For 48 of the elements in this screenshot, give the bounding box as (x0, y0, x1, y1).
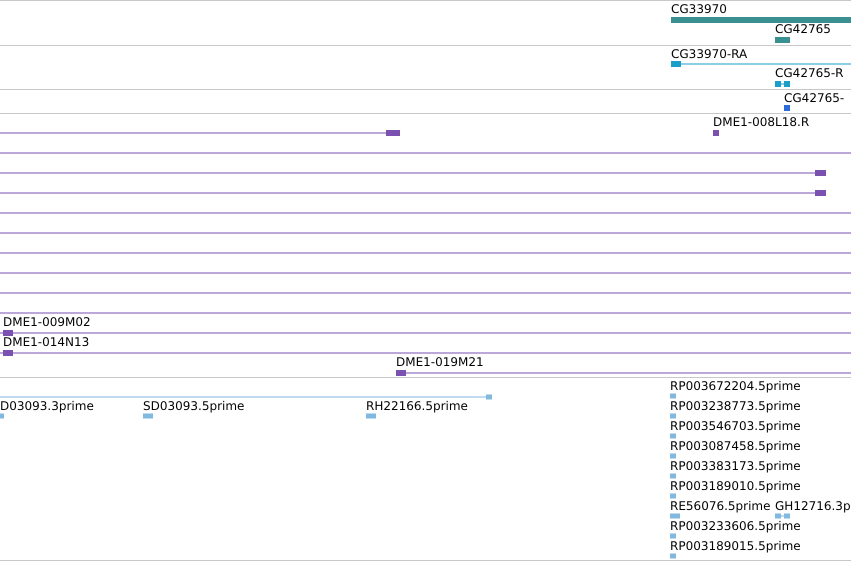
feature-label: CG33970 (671, 2, 727, 16)
est-glyph[interactable] (670, 552, 676, 560)
est-glyph[interactable] (670, 452, 676, 460)
est-glyph[interactable] (670, 532, 676, 540)
gene-glyph[interactable] (671, 16, 851, 24)
feature-label: CG42765 (775, 22, 831, 36)
feature-label: RE56076.5prime (670, 499, 770, 513)
clone-glyph[interactable] (0, 349, 851, 357)
clone-glyph[interactable] (0, 169, 826, 177)
clone-glyph[interactable] (0, 189, 826, 197)
clone-glyph[interactable] (0, 329, 851, 337)
feature-label: SD03093.5prime (143, 399, 244, 413)
feature-label: RP003189010.5prime (670, 479, 801, 493)
est-glyph[interactable] (670, 472, 676, 480)
cds-glyph[interactable] (784, 104, 790, 112)
est-glyph[interactable] (143, 412, 153, 420)
feature-label: DME1-008L18.R (713, 115, 810, 129)
est-glyph[interactable] (670, 392, 676, 400)
est-glyph[interactable] (670, 412, 676, 420)
est-glyph[interactable] (775, 512, 790, 520)
feature-label: RP003383173.5prime (670, 459, 801, 473)
feature-label: CG42765-R (775, 66, 844, 80)
feature-label: RP003672204.5prime (670, 379, 801, 393)
feature-label: RP003233606.5prime (670, 519, 801, 533)
feature-label: RP003546703.5prime (670, 419, 801, 433)
clone-glyph[interactable] (713, 129, 719, 137)
feature-label: CG42765- (784, 91, 844, 105)
est-glyph[interactable] (0, 412, 4, 420)
clone-glyph[interactable] (0, 129, 400, 137)
feature-label: DME1-014N13 (3, 335, 90, 349)
gene-glyph[interactable] (775, 36, 790, 44)
feature-label: CG33970-RA (671, 47, 748, 61)
feature-label: D03093.3prime (0, 399, 94, 413)
est-glyph[interactable] (366, 412, 376, 420)
est-glyph[interactable] (0, 393, 492, 401)
feature-label: RP003087458.5prime (670, 439, 801, 453)
feature-label: GH12716.3p (775, 499, 851, 513)
feature-label: RP003238773.5prime (670, 399, 801, 413)
feature-label: RP003189015.5prime (670, 539, 801, 553)
feature-label: RH22166.5prime (366, 399, 468, 413)
est-glyph[interactable] (670, 512, 680, 520)
est-glyph[interactable] (670, 432, 676, 440)
est-glyph[interactable] (670, 492, 676, 500)
transcript-glyph[interactable] (775, 80, 790, 88)
transcript-glyph[interactable] (671, 60, 851, 68)
clone-glyph[interactable] (396, 369, 851, 377)
feature-label: DME1-009M02 (3, 315, 91, 329)
feature-label: DME1-019M21 (396, 355, 484, 369)
